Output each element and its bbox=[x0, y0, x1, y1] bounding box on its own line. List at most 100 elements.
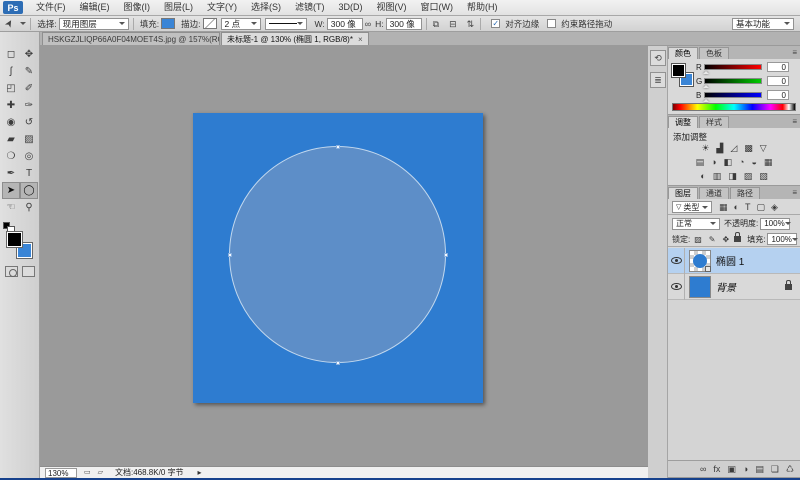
menu-select[interactable]: 选择(S) bbox=[244, 0, 288, 15]
zoom-tool[interactable]: ⚲ bbox=[20, 199, 38, 216]
lock-transparency-icon[interactable]: ▨ bbox=[694, 235, 702, 244]
mini-doc-icon[interactable]: ▭ bbox=[84, 467, 91, 479]
tab-layers[interactable]: 图层 bbox=[668, 187, 698, 199]
path-anchor-top[interactable] bbox=[336, 145, 340, 149]
lasso-tool[interactable]: ʃ bbox=[2, 63, 20, 80]
gradient-map-icon[interactable]: ▨ bbox=[744, 171, 753, 181]
close-icon[interactable]: × bbox=[358, 35, 363, 44]
tab-swatches[interactable]: 色板 bbox=[699, 47, 729, 59]
eraser-tool[interactable]: ▰ bbox=[2, 131, 20, 148]
select-mode-dropdown[interactable]: 现用图层 bbox=[59, 18, 129, 30]
blue-slider[interactable] bbox=[704, 92, 762, 98]
screen-mode-button[interactable] bbox=[22, 266, 35, 277]
new-group-icon[interactable]: ▤ bbox=[755, 463, 764, 475]
document-canvas[interactable] bbox=[193, 113, 483, 403]
layer-thumbnail[interactable] bbox=[689, 250, 711, 272]
hue-saturation-icon[interactable]: ▤ bbox=[696, 157, 705, 167]
threshold-icon[interactable]: ◨ bbox=[728, 171, 737, 181]
brightness-contrast-icon[interactable]: ☀ bbox=[701, 143, 709, 153]
path-selection-tool[interactable]: ➤ bbox=[2, 182, 20, 199]
lock-position-icon[interactable]: ✥ bbox=[723, 235, 730, 244]
red-value-field[interactable]: 0 bbox=[767, 62, 789, 72]
lock-pixels-icon[interactable]: ✎ bbox=[709, 235, 716, 244]
panel-menu-icon[interactable]: ≡ bbox=[792, 47, 797, 59]
channel-mixer-icon[interactable]: ◒ bbox=[751, 157, 756, 167]
quick-mask-button[interactable] bbox=[5, 266, 18, 277]
menu-window[interactable]: 窗口(W) bbox=[414, 0, 461, 15]
move-tool[interactable]: ✥ bbox=[20, 46, 38, 63]
stroke-style-dropdown[interactable] bbox=[265, 18, 307, 30]
slider-marker[interactable] bbox=[703, 96, 709, 102]
hand-tool[interactable]: ☜ bbox=[2, 199, 20, 216]
constrain-path-checkbox[interactable] bbox=[547, 19, 556, 28]
filter-smart-objects-icon[interactable]: ◈ bbox=[771, 201, 778, 213]
layer-filter-dropdown[interactable]: ▽ 类型 bbox=[672, 201, 712, 213]
layer-mask-icon[interactable]: ▣ bbox=[727, 463, 736, 475]
type-tool[interactable]: T bbox=[20, 165, 38, 182]
lock-all-icon[interactable] bbox=[734, 236, 741, 242]
blend-mode-dropdown[interactable]: 正常 bbox=[672, 218, 720, 230]
tab-styles[interactable]: 样式 bbox=[699, 116, 729, 128]
exposure-icon[interactable]: ▩ bbox=[744, 143, 753, 153]
eyedropper-tool[interactable]: ✐ bbox=[20, 80, 38, 97]
panel-menu-icon[interactable]: ≡ bbox=[792, 187, 797, 199]
foreground-color-swatch[interactable] bbox=[7, 232, 22, 247]
layer-style-icon[interactable]: fx bbox=[713, 463, 720, 475]
layer-row-background[interactable]: 背景 bbox=[668, 274, 800, 300]
photo-filter-icon[interactable]: ◔ bbox=[739, 157, 744, 167]
properties-panel-icon[interactable]: ≣ bbox=[650, 72, 666, 88]
fill-swatch[interactable] bbox=[161, 18, 175, 29]
fill-field[interactable]: 100% bbox=[767, 233, 797, 245]
new-layer-icon[interactable]: ❏ bbox=[771, 463, 779, 475]
ellipse-tool[interactable]: ◯ bbox=[20, 182, 38, 199]
selective-color-icon[interactable]: ▧ bbox=[759, 171, 768, 181]
red-slider[interactable] bbox=[704, 64, 762, 70]
arrange-paths-icon[interactable]: ⇅ bbox=[467, 18, 475, 30]
menu-image[interactable]: 图像(I) bbox=[117, 0, 158, 15]
filter-adjustment-layers-icon[interactable]: ◐ bbox=[734, 201, 739, 213]
posterize-icon[interactable]: ▥ bbox=[713, 171, 722, 181]
crop-tool[interactable]: ◰ bbox=[2, 80, 20, 97]
history-panel-icon[interactable]: ⟲ bbox=[650, 50, 666, 66]
shape-width-field[interactable]: 300 像 bbox=[327, 18, 363, 30]
align-edges-checkbox[interactable]: ✓ bbox=[491, 19, 500, 28]
levels-icon[interactable]: ▟ bbox=[716, 143, 723, 153]
dodge-tool[interactable]: ◎ bbox=[20, 148, 38, 165]
visibility-toggle[interactable] bbox=[668, 248, 685, 274]
align-paths-icon[interactable]: ⊟ bbox=[449, 18, 457, 30]
combine-shapes-icon[interactable]: ⧉ bbox=[433, 18, 439, 30]
zoom-level-field[interactable]: 130% bbox=[45, 468, 77, 478]
tab-color[interactable]: 颜色 bbox=[668, 47, 698, 59]
layer-name[interactable]: 椭圆 1 bbox=[716, 253, 744, 268]
new-adjustment-layer-icon[interactable]: ◑ bbox=[743, 463, 748, 475]
menu-help[interactable]: 帮助(H) bbox=[460, 0, 505, 15]
tab-channels[interactable]: 通道 bbox=[699, 187, 729, 199]
path-anchor-left[interactable] bbox=[228, 253, 232, 257]
filter-pixel-layers-icon[interactable]: ▦ bbox=[719, 201, 728, 213]
panel-menu-icon[interactable]: ≡ bbox=[792, 116, 797, 128]
status-flyout-arrow-icon[interactable]: ▸ bbox=[198, 468, 202, 477]
document-tab-untitled[interactable]: 未标题-1 @ 130% (椭圆 1, RGB/8)* × bbox=[221, 32, 369, 45]
visibility-toggle[interactable] bbox=[668, 274, 685, 300]
path-anchor-right[interactable] bbox=[444, 253, 448, 257]
slider-marker[interactable] bbox=[703, 82, 709, 88]
brush-tool[interactable]: ✑ bbox=[20, 97, 38, 114]
menu-layer[interactable]: 图层(L) bbox=[157, 0, 200, 15]
blur-tool[interactable]: ❍ bbox=[2, 148, 20, 165]
healing-brush-tool[interactable]: ✚ bbox=[2, 97, 20, 114]
filter-shape-layers-icon[interactable]: ▢ bbox=[756, 201, 765, 213]
default-colors-icon[interactable] bbox=[3, 222, 10, 229]
pen-tool[interactable]: ✒ bbox=[2, 165, 20, 182]
mini-flyout-icon[interactable]: ▱ bbox=[98, 467, 103, 479]
delete-layer-icon[interactable]: ♺ bbox=[786, 463, 794, 475]
document-tab-jpg[interactable]: HSKGZJLIQP66A0F04MOET4S.jpg @ 157%(RGB/8… bbox=[42, 32, 220, 45]
workspace-switcher[interactable]: 基本功能 bbox=[732, 18, 794, 30]
gradient-tool[interactable]: ▨ bbox=[20, 131, 38, 148]
color-lookup-icon[interactable]: ▦ bbox=[764, 157, 773, 167]
green-value-field[interactable]: 0 bbox=[767, 76, 789, 86]
menu-filter[interactable]: 滤镜(T) bbox=[288, 0, 332, 15]
foreground-color-swatch[interactable] bbox=[672, 64, 685, 77]
quick-selection-tool[interactable]: ✎ bbox=[20, 63, 38, 80]
invert-icon[interactable]: ◐ bbox=[700, 171, 705, 181]
layer-row-ellipse[interactable]: 椭圆 1 bbox=[668, 248, 800, 274]
